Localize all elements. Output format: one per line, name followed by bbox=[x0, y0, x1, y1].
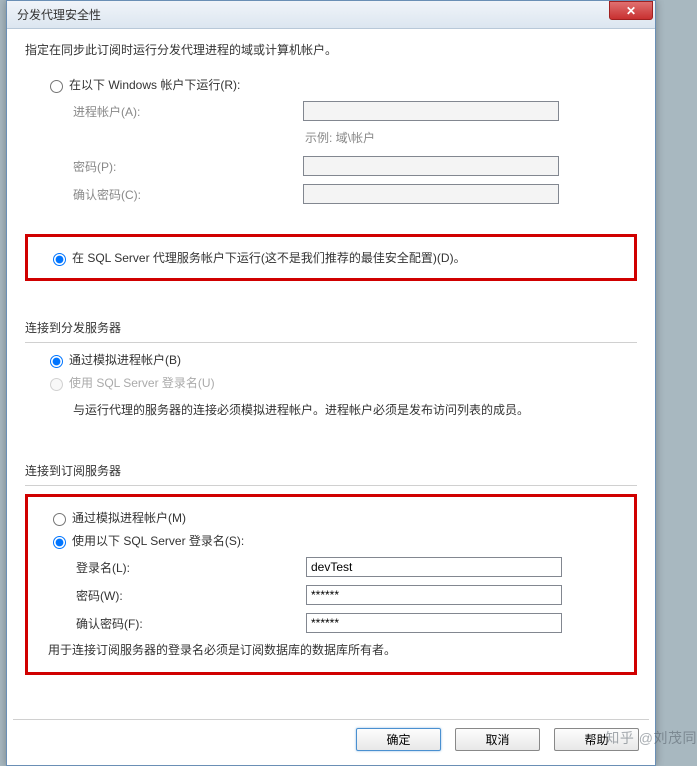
sub-confirm-input[interactable] bbox=[306, 613, 562, 633]
divider bbox=[25, 485, 637, 486]
radio-dist-sql-label: 使用 SQL Server 登录名(U) bbox=[69, 374, 215, 391]
sub-password-row: 密码(W): bbox=[28, 585, 634, 605]
radio-sub-sql[interactable] bbox=[53, 536, 66, 549]
dialog-content: 指定在同步此订阅时运行分发代理进程的域或计算机帐户。 在以下 Windows 帐… bbox=[7, 29, 655, 717]
process-account-row: 进程帐户(A): bbox=[25, 101, 637, 121]
titlebar: 分发代理安全性 ✕ bbox=[7, 1, 655, 29]
example-hint: 示例: 域\帐户 bbox=[25, 129, 637, 146]
button-bar: 确定 取消 帮助 bbox=[13, 719, 649, 757]
login-row: 登录名(L): bbox=[28, 557, 634, 577]
radio-sql-agent-label: 在 SQL Server 代理服务帐户下运行(这不是我们推荐的最佳安全配置)(D… bbox=[72, 249, 466, 266]
password-label: 密码(P): bbox=[73, 158, 303, 175]
dialog-title: 分发代理安全性 bbox=[17, 6, 101, 23]
sub-password-label: 密码(W): bbox=[76, 587, 306, 604]
login-input[interactable] bbox=[306, 557, 562, 577]
subscriber-section-title: 连接到订阅服务器 bbox=[25, 462, 637, 479]
radio-subscriber-sql[interactable]: 使用以下 SQL Server 登录名(S): bbox=[28, 532, 634, 549]
close-button[interactable]: ✕ bbox=[609, 1, 653, 20]
process-account-input[interactable] bbox=[303, 101, 559, 121]
process-account-label: 进程帐户(A): bbox=[73, 103, 303, 120]
radio-sub-sql-label: 使用以下 SQL Server 登录名(S): bbox=[72, 532, 244, 549]
login-label: 登录名(L): bbox=[76, 559, 306, 576]
radio-sql-agent[interactable] bbox=[53, 253, 66, 266]
confirm-password-row: 确认密码(C): bbox=[25, 184, 637, 204]
radio-sub-impersonate-label: 通过模拟进程帐户(M) bbox=[72, 509, 186, 526]
highlight-sql-agent: 在 SQL Server 代理服务帐户下运行(这不是我们推荐的最佳安全配置)(D… bbox=[25, 234, 637, 281]
radio-dist-sql bbox=[50, 378, 63, 391]
sub-password-input[interactable] bbox=[306, 585, 562, 605]
highlight-subscriber: 通过模拟进程帐户(M) 使用以下 SQL Server 登录名(S): 登录名(… bbox=[25, 494, 637, 675]
radio-distributor-sql: 使用 SQL Server 登录名(U) bbox=[25, 374, 637, 391]
radio-distributor-impersonate[interactable]: 通过模拟进程帐户(B) bbox=[25, 351, 637, 368]
dialog-window: 分发代理安全性 ✕ 指定在同步此订阅时运行分发代理进程的域或计算机帐户。 在以下… bbox=[6, 0, 656, 766]
radio-run-windows[interactable]: 在以下 Windows 帐户下运行(R): bbox=[25, 76, 637, 93]
password-row: 密码(P): bbox=[25, 156, 637, 176]
radio-windows-account[interactable] bbox=[50, 80, 63, 93]
radio-dist-impersonate-label: 通过模拟进程帐户(B) bbox=[69, 351, 181, 368]
radio-windows-label: 在以下 Windows 帐户下运行(R): bbox=[69, 76, 240, 93]
sub-confirm-row: 确认密码(F): bbox=[28, 613, 634, 633]
cancel-button[interactable]: 取消 bbox=[455, 728, 540, 751]
radio-sub-impersonate[interactable] bbox=[53, 513, 66, 526]
sub-confirm-label: 确认密码(F): bbox=[76, 615, 306, 632]
ok-button[interactable]: 确定 bbox=[356, 728, 441, 751]
instruction-text: 指定在同步此订阅时运行分发代理进程的域或计算机帐户。 bbox=[25, 41, 637, 58]
confirm-password-input[interactable] bbox=[303, 184, 559, 204]
confirm-password-label: 确认密码(C): bbox=[73, 186, 303, 203]
radio-run-sql-agent[interactable]: 在 SQL Server 代理服务帐户下运行(这不是我们推荐的最佳安全配置)(D… bbox=[28, 249, 634, 266]
help-button[interactable]: 帮助 bbox=[554, 728, 639, 751]
radio-subscriber-impersonate[interactable]: 通过模拟进程帐户(M) bbox=[28, 509, 634, 526]
divider bbox=[25, 342, 637, 343]
subscriber-note: 用于连接订阅服务器的登录名必须是订阅数据库的数据库所有者。 bbox=[28, 641, 634, 658]
distributor-section-title: 连接到分发服务器 bbox=[25, 319, 637, 336]
distributor-note: 与运行代理的服务器的连接必须模拟进程帐户。进程帐户必须是发布访问列表的成员。 bbox=[25, 401, 637, 418]
close-icon: ✕ bbox=[626, 4, 636, 18]
password-input[interactable] bbox=[303, 156, 559, 176]
radio-dist-impersonate[interactable] bbox=[50, 355, 63, 368]
